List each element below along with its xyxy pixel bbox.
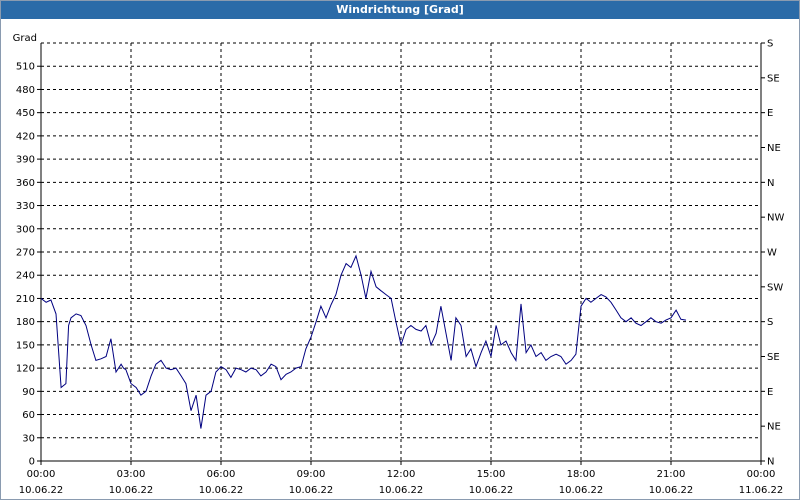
y-tick-label: 420: [16, 131, 35, 142]
right-axis-label: NE: [767, 422, 781, 433]
x-tick-time: 00:00: [27, 469, 56, 480]
y-tick-label: 120: [16, 364, 35, 375]
y-tick-label: 90: [22, 387, 35, 398]
right-axis-label: E: [767, 387, 773, 398]
y-tick-label: 240: [16, 271, 35, 282]
y-tick-label: 0: [29, 457, 35, 468]
y-tick-label: 60: [22, 410, 35, 421]
right-axis-label: SW: [767, 282, 783, 293]
x-tick-time: 21:00: [657, 469, 686, 480]
x-tick-time: 09:00: [297, 469, 326, 480]
series-line: [40, 254, 687, 429]
y-axis-label: Grad: [13, 33, 37, 44]
right-axis-label: W: [767, 248, 777, 259]
right-axis-label: E: [767, 108, 773, 119]
right-axis-label: NW: [767, 213, 784, 224]
x-tick-date: 10.06.22: [379, 485, 424, 496]
right-axis-label: S: [767, 39, 773, 50]
right-axis-label: N: [767, 178, 774, 189]
x-tick-date: 10.06.22: [559, 485, 604, 496]
x-tick-time: 18:00: [567, 469, 596, 480]
x-tick-date: 11.06.22: [739, 485, 784, 496]
y-tick-label: 270: [16, 248, 35, 259]
right-axis-label: SE: [767, 352, 780, 363]
y-tick-label: 330: [16, 201, 35, 212]
x-tick-time: 12:00: [387, 469, 416, 480]
x-tick-date: 10.06.22: [649, 485, 694, 496]
x-tick-time: 03:00: [117, 469, 146, 480]
x-tick-time: 06:00: [207, 469, 236, 480]
x-tick-date: 10.06.22: [469, 485, 514, 496]
chart-window: Windrichtung [Grad] 0 30 60 90 120 150 180 210 2…: [0, 0, 800, 500]
right-axis-label: N: [767, 457, 774, 468]
wind-direction-chart: 0 30 60 90 120 150 180 210 240 270 300 330 360 390 420…: [13, 33, 785, 496]
y-tick-label: 300: [16, 224, 35, 235]
y-tick-label: 30: [22, 433, 35, 444]
x-tick-date: 10.06.22: [19, 485, 64, 496]
y-tick-label: 210: [16, 294, 35, 305]
window-title: Windrichtung [Grad]: [1, 1, 799, 19]
x-tick-date: 10.06.22: [289, 485, 334, 496]
y-tick-label: 480: [16, 85, 35, 96]
y-tick-label: 510: [16, 62, 35, 73]
right-axis-label: NE: [767, 143, 781, 154]
y-tick-label: 180: [16, 317, 35, 328]
right-axis-label: S: [767, 317, 773, 328]
x-tick-time: 15:00: [477, 469, 506, 480]
plot-area: 0 30 60 90 120 150 180 210 240 270 300 330 360 390 420…: [1, 19, 799, 499]
y-tick-label: 450: [16, 108, 35, 119]
y-tick-label: 390: [16, 155, 35, 166]
y-tick-label: 360: [16, 178, 35, 189]
x-tick-time: 00:00: [747, 469, 776, 480]
x-tick-date: 10.06.22: [109, 485, 154, 496]
right-axis-label: SE: [767, 73, 780, 84]
x-tick-date: 10.06.22: [199, 485, 244, 496]
y-tick-label: 150: [16, 340, 35, 351]
